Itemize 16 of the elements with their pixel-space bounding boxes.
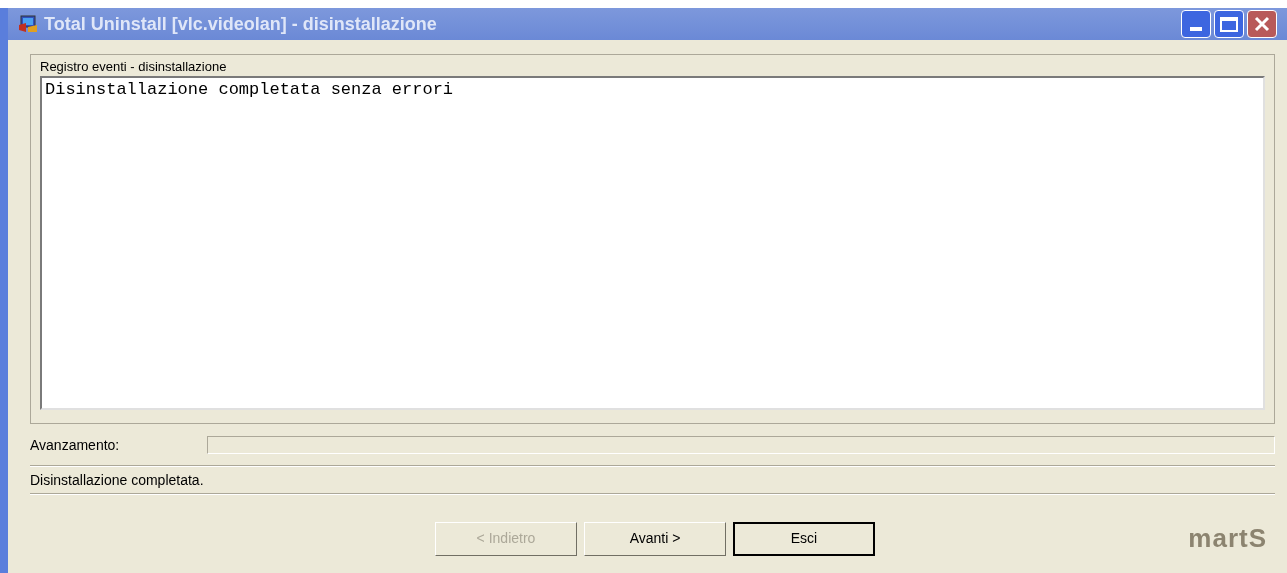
window-title: Total Uninstall [vlc.videolan] - disinstallazione — [44, 12, 437, 36]
dialog-button[interactable]: Avanti > — [584, 521, 726, 556]
log-line: Disinstallazione completata senza errori — [45, 80, 455, 100]
status-text: Disinstallazione completata. — [30, 471, 205, 490]
minimize-button[interactable] — [1181, 10, 1211, 38]
close-button[interactable] — [1247, 10, 1277, 38]
group-label: Registro eventi - disinstallazione — [40, 58, 228, 76]
brand-logo: martS — [1188, 522, 1267, 555]
progress-label: Avanzamento: — [30, 435, 121, 455]
event-log[interactable]: Disinstallazione completata senza errori — [40, 76, 1265, 410]
dialog-button[interactable]: Esci — [733, 521, 875, 556]
close-icon — [1254, 16, 1270, 32]
installer-icon — [18, 15, 38, 33]
maximize-button[interactable] — [1214, 10, 1244, 38]
maximize-icon — [1220, 16, 1238, 32]
minimize-icon — [1190, 27, 1202, 31]
